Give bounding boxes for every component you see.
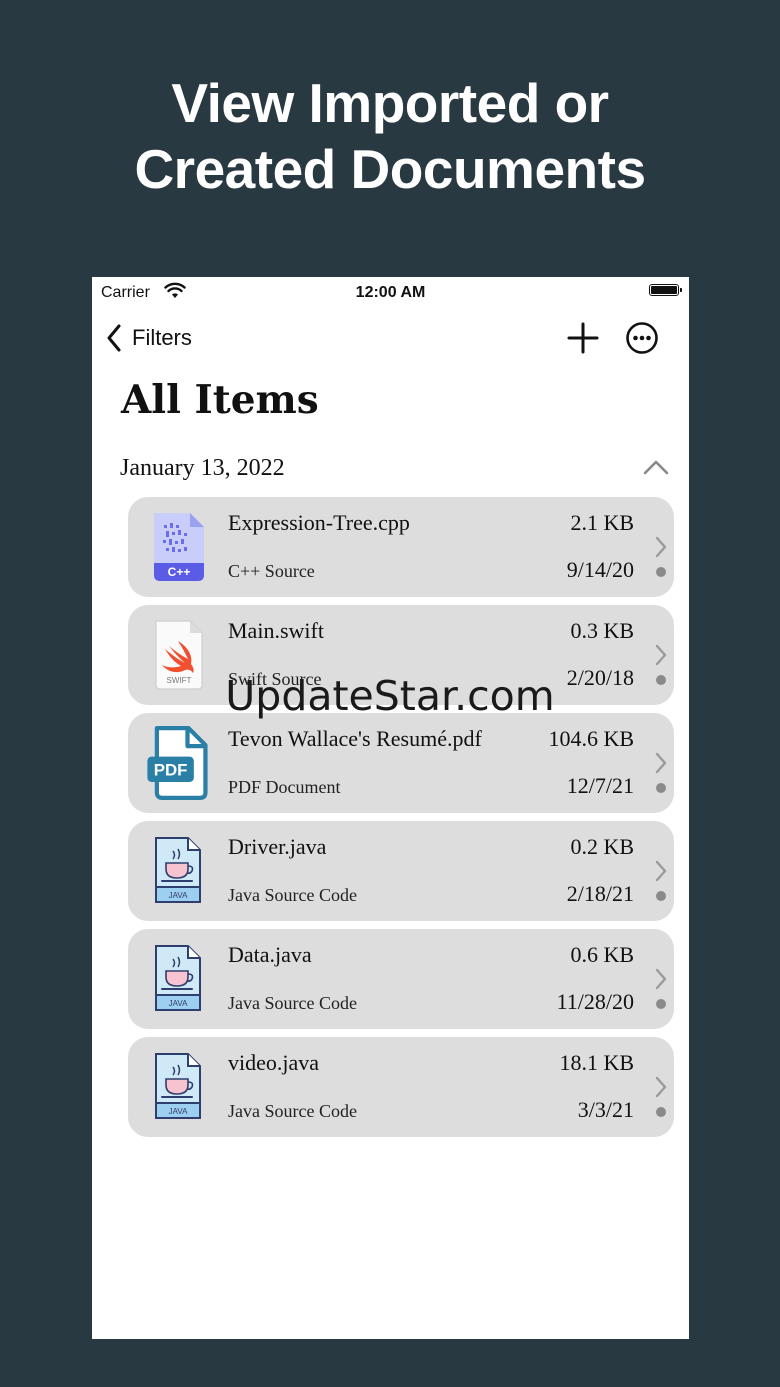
file-row[interactable]: JAVA Data.java Java Source Code 0.6 KB 1… bbox=[128, 929, 674, 1029]
cpp-file-icon: C++ bbox=[154, 513, 204, 581]
svg-text:C++: C++ bbox=[168, 565, 191, 579]
status-bar: Carrier 12:00 AM bbox=[92, 277, 689, 309]
headline: View Imported or Created Documents bbox=[0, 70, 780, 202]
phone-screen: Carrier 12:00 AM Filters All Items Janua… bbox=[92, 277, 689, 1339]
file-name: video.java bbox=[228, 1050, 320, 1075]
file-name: Driver.java bbox=[228, 834, 327, 859]
file-kind: Swift Source bbox=[228, 669, 322, 689]
file-date: 11/28/20 bbox=[556, 989, 634, 1014]
file-name: Data.java bbox=[228, 942, 312, 967]
section-date-header: January 13, 2022 bbox=[120, 455, 285, 481]
file-size: 0.2 KB bbox=[570, 834, 634, 859]
file-row[interactable]: JAVA video.java Java Source Code 18.1 KB… bbox=[128, 1037, 674, 1137]
svg-text:JAVA: JAVA bbox=[169, 891, 188, 900]
ellipsis-circle-icon bbox=[626, 322, 658, 354]
file-size: 0.3 KB bbox=[570, 618, 634, 643]
chevron-right-icon bbox=[655, 1076, 667, 1098]
file-date: 2/18/21 bbox=[566, 881, 634, 906]
pdf-file-icon: PDF bbox=[147, 726, 208, 800]
file-name: Expression-Tree.cpp bbox=[228, 510, 410, 535]
back-button[interactable]: Filters bbox=[106, 321, 192, 355]
status-dot bbox=[656, 783, 666, 793]
status-dot bbox=[656, 675, 666, 685]
file-size: 2.1 KB bbox=[570, 510, 634, 535]
status-dot bbox=[656, 567, 666, 577]
file-list: C++ Expression-Tree.cpp C++ Source 2.1 K… bbox=[128, 497, 674, 1145]
file-kind: C++ Source bbox=[228, 561, 315, 581]
swift-file-icon: SWIFT bbox=[155, 620, 203, 690]
file-row[interactable]: SWIFT Main.swift Swift Source 0.3 KB 2/2… bbox=[128, 605, 674, 705]
file-row[interactable]: PDF Tevon Wallace's Resumé.pdf PDF Docum… bbox=[128, 713, 674, 813]
chevron-right-icon bbox=[655, 752, 667, 774]
java-file-icon: JAVA bbox=[155, 837, 201, 903]
svg-text:SWIFT: SWIFT bbox=[167, 676, 192, 685]
add-button[interactable] bbox=[566, 321, 600, 355]
file-kind: PDF Document bbox=[228, 777, 341, 797]
headline-line-2: Created Documents bbox=[134, 138, 646, 200]
file-size: 104.6 KB bbox=[548, 726, 634, 751]
java-file-icon: JAVA bbox=[155, 1053, 201, 1119]
headline-line-1: View Imported or bbox=[171, 72, 609, 134]
plus-icon bbox=[567, 322, 599, 354]
file-size: 18.1 KB bbox=[559, 1050, 634, 1075]
file-date: 9/14/20 bbox=[566, 557, 634, 582]
status-dot bbox=[656, 999, 666, 1009]
page-title: All Items bbox=[121, 377, 319, 423]
file-kind: Java Source Code bbox=[228, 1101, 357, 1121]
file-name: Tevon Wallace's Resumé.pdf bbox=[228, 726, 482, 751]
chevron-right-icon bbox=[655, 644, 667, 666]
status-dot bbox=[656, 1107, 666, 1117]
file-name: Main.swift bbox=[228, 618, 324, 643]
svg-text:PDF: PDF bbox=[154, 761, 188, 780]
svg-text:JAVA: JAVA bbox=[169, 1107, 188, 1116]
file-date: 2/20/18 bbox=[566, 665, 634, 690]
status-dot bbox=[656, 891, 666, 901]
clock: 12:00 AM bbox=[355, 284, 426, 301]
battery-icon bbox=[649, 284, 682, 296]
chevron-up-icon bbox=[643, 460, 669, 475]
svg-text:JAVA: JAVA bbox=[169, 999, 188, 1008]
file-kind: Java Source Code bbox=[228, 993, 357, 1013]
file-date: 3/3/21 bbox=[577, 1097, 634, 1122]
collapse-section-button[interactable] bbox=[642, 457, 670, 477]
chevron-left-icon bbox=[107, 324, 121, 352]
file-size: 0.6 KB bbox=[570, 942, 634, 967]
java-file-icon: JAVA bbox=[155, 945, 201, 1011]
file-date: 12/7/21 bbox=[566, 773, 634, 798]
back-label: Filters bbox=[132, 325, 192, 350]
chevron-right-icon bbox=[655, 536, 667, 558]
file-row[interactable]: JAVA Driver.java Java Source Code 0.2 KB… bbox=[128, 821, 674, 921]
more-button[interactable] bbox=[625, 321, 659, 355]
file-row[interactable]: C++ Expression-Tree.cpp C++ Source 2.1 K… bbox=[128, 497, 674, 597]
file-kind: Java Source Code bbox=[228, 885, 357, 905]
chevron-right-icon bbox=[655, 968, 667, 990]
chevron-right-icon bbox=[655, 860, 667, 882]
